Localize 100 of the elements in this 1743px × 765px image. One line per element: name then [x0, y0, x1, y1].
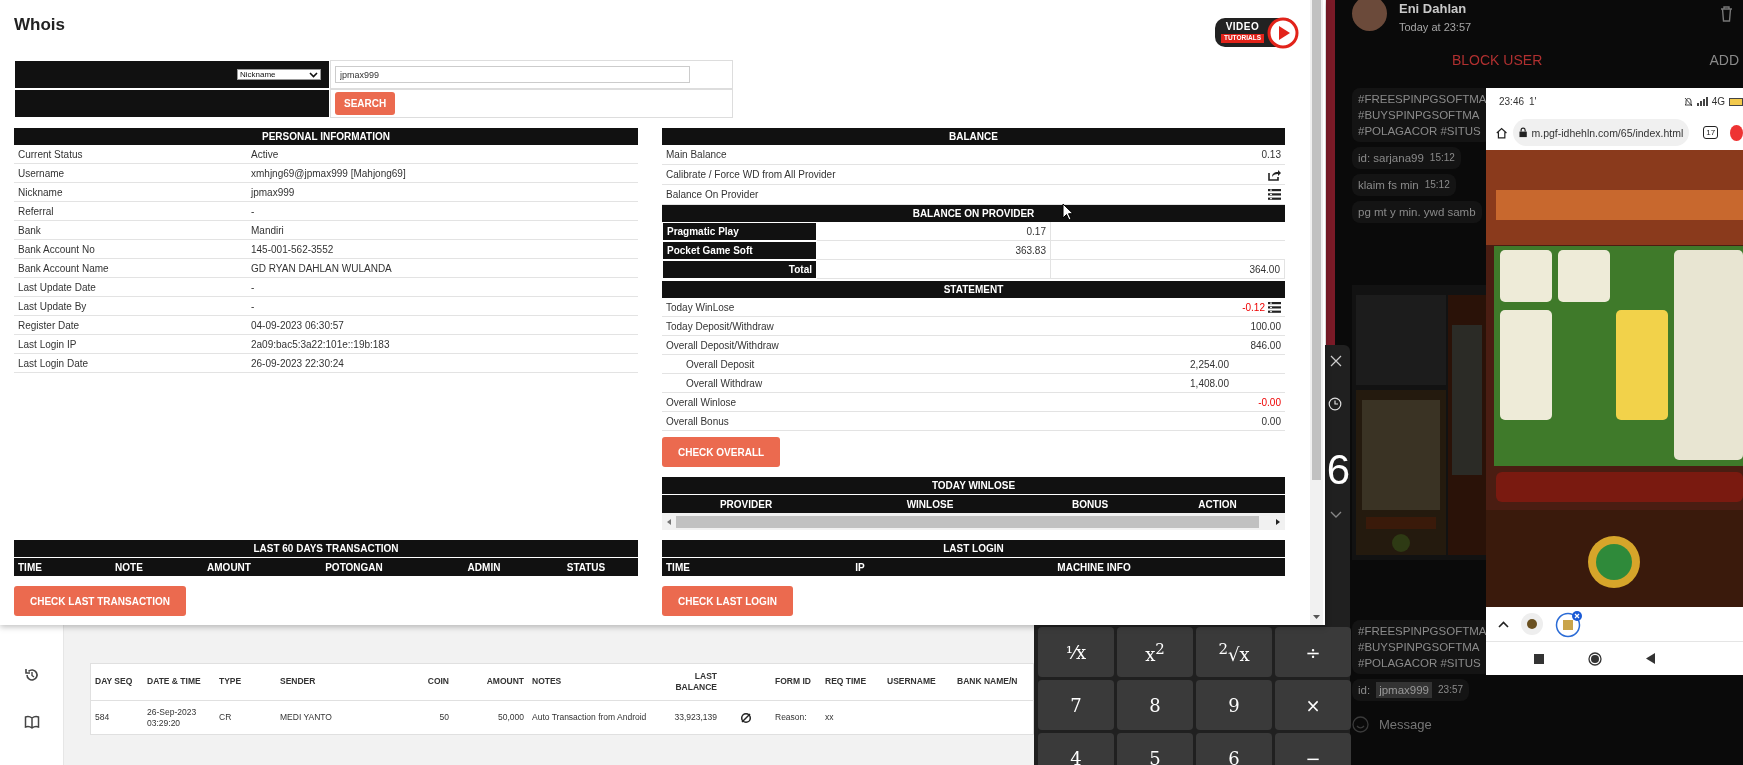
tab-count[interactable]: 17 — [1703, 126, 1719, 139]
back-icon[interactable] — [1645, 653, 1656, 664]
field-label: Today Deposit/Withdraw — [666, 320, 774, 332]
column-header: STATUS — [565, 561, 607, 573]
calculator-key[interactable]: ¹⁄x — [1038, 627, 1114, 677]
search-type-dropdown[interactable]: Nickname — [237, 69, 321, 80]
list-icon[interactable] — [1268, 301, 1281, 313]
column-header: DATE & TIME — [143, 664, 215, 701]
tab-icon[interactable] — [1521, 613, 1543, 635]
field-value: 846.00 — [1250, 339, 1281, 351]
last-seen-text: Today at 23:57 — [1399, 21, 1472, 33]
list-icon[interactable] — [1268, 189, 1281, 200]
column-header: AMOUNT — [206, 561, 252, 573]
provider-name: Pragmatic Play — [662, 222, 817, 241]
vertical-scrollbar[interactable] — [1310, 0, 1323, 625]
column-header: NOTES — [528, 664, 658, 701]
message-field[interactable]: Message — [1377, 716, 1677, 733]
table-cell-text: 26-Sep-2023 03:29:20 — [146, 705, 198, 730]
field-value: 2,254.00 — [1190, 358, 1229, 370]
close-icon[interactable] — [1330, 355, 1342, 367]
message-time: 15:12 — [1429, 151, 1455, 165]
table-cell-text: 584 — [94, 711, 111, 725]
message-time: 15:12 — [1424, 178, 1450, 192]
url-text: m.pgf-idhehln.com/65/index.html — [1531, 126, 1684, 139]
tab-icon[interactable] — [1555, 610, 1583, 638]
column-header: WINLOSE — [905, 498, 955, 510]
message-text: #POLAGACOR #SITUS — [1358, 124, 1482, 139]
message-text: id: sarjana99 — [1358, 151, 1424, 166]
calculator-key[interactable]: 5 — [1117, 733, 1193, 765]
column-header: REQ TIME — [821, 664, 883, 701]
recent-apps-icon[interactable] — [1533, 653, 1544, 664]
total-label: Total — [662, 260, 817, 279]
chevron-icon — [309, 71, 318, 78]
field-label: Referral — [18, 205, 55, 217]
address-bar[interactable]: m.pgf-idhehln.com/65/index.html — [1513, 119, 1690, 146]
message-text: #FREESPINPGSOFTMA — [1358, 624, 1487, 639]
field-value: - — [251, 205, 256, 217]
message-text: #BUYSPINPGSOFTMA — [1358, 108, 1481, 123]
message-text: #POLAGACOR #SITUS — [1358, 656, 1482, 671]
calculator-key[interactable]: ÷ — [1275, 627, 1351, 677]
column-header: COIN — [403, 664, 453, 701]
section-header: BALANCE ON PROVIDER — [662, 205, 1285, 222]
chevron-icon[interactable] — [1330, 511, 1342, 519]
trash-icon[interactable] — [1720, 6, 1733, 22]
field-label: Overall Deposit/Withdraw — [666, 339, 779, 351]
history-icon[interactable] — [1328, 397, 1342, 411]
field-value: jpmax999 — [251, 186, 296, 198]
calculator-key[interactable]: 7 — [1038, 680, 1114, 730]
field-value: 100.00 — [1250, 320, 1281, 332]
field-label: Balance On Provider — [666, 189, 759, 200]
calculator-key[interactable]: x$^{2}$ — [1117, 627, 1193, 677]
field-label: Register Date — [18, 319, 81, 331]
field-label: Bank Account No — [18, 243, 96, 255]
calculator-key[interactable]: − — [1275, 733, 1351, 765]
hidden-text: jpmax999 — [1376, 682, 1433, 698]
action-link[interactable]: ADD — [1709, 52, 1739, 68]
field-label: Last Update Date — [18, 281, 97, 293]
field-value: 145-001-562-3552 — [251, 243, 335, 255]
field-value: 0.00 — [1261, 415, 1281, 427]
field-value: 26-09-2023 22:30:24 — [251, 357, 345, 369]
calculator-key[interactable]: 6 — [1196, 733, 1272, 765]
mouse-cursor-icon — [1062, 203, 1074, 221]
calculator-key[interactable]: $^{2}$√x — [1196, 627, 1272, 677]
column-header: SENDER — [276, 664, 403, 701]
table-cell-text: Reason: — [774, 711, 808, 725]
calculator-key[interactable]: 8 — [1117, 680, 1193, 730]
table-cell-text: Auto Transaction from Android — [531, 711, 648, 725]
message-text: klaim fs min — [1358, 178, 1419, 193]
provider-balance: 363.83 — [817, 241, 1051, 260]
field-label: Overall Withdraw — [686, 377, 763, 389]
column-header: IP — [854, 561, 866, 573]
home-icon[interactable] — [1496, 125, 1508, 140]
book-icon[interactable] — [23, 715, 40, 729]
signal-icon — [1696, 97, 1708, 106]
calculator-key[interactable]: 9 — [1196, 680, 1272, 730]
prohibited-icon[interactable] — [740, 712, 752, 724]
play-icon — [1267, 16, 1299, 49]
chevron-up-icon[interactable] — [1498, 620, 1509, 628]
menu-badge[interactable] — [1730, 124, 1743, 141]
field-label: Main Balance — [666, 149, 727, 160]
calculator-key[interactable]: × — [1275, 680, 1351, 730]
column-header: BANK NAME/N — [953, 664, 1033, 701]
calculator-display: 6 — [1326, 449, 1350, 491]
message-text: pg mt y min. ywd samb — [1358, 205, 1476, 220]
field-label: Last Login IP — [18, 338, 78, 350]
provider-balance: 0.17 — [817, 222, 1051, 241]
arrow-down-icon[interactable] — [1312, 613, 1321, 621]
search-field[interactable]: jpmax999 — [335, 66, 690, 83]
home-button-icon[interactable] — [1587, 651, 1602, 666]
column-header: AMOUNT — [453, 664, 528, 701]
calculator-key[interactable]: 4 — [1038, 733, 1114, 765]
share-icon[interactable] — [1268, 168, 1281, 181]
column-header: BONUS — [1070, 498, 1110, 510]
history-icon[interactable] — [23, 667, 40, 683]
horizontal-scrollbar[interactable] — [662, 513, 1285, 530]
field-label: Last Login Date — [18, 357, 90, 369]
column-header: NOTE — [114, 561, 144, 573]
field-label: Username — [18, 167, 66, 179]
field-value: xmhjng69@jpmax999 [Mahjong69] — [251, 167, 407, 179]
section-header: STATEMENT — [662, 281, 1285, 298]
